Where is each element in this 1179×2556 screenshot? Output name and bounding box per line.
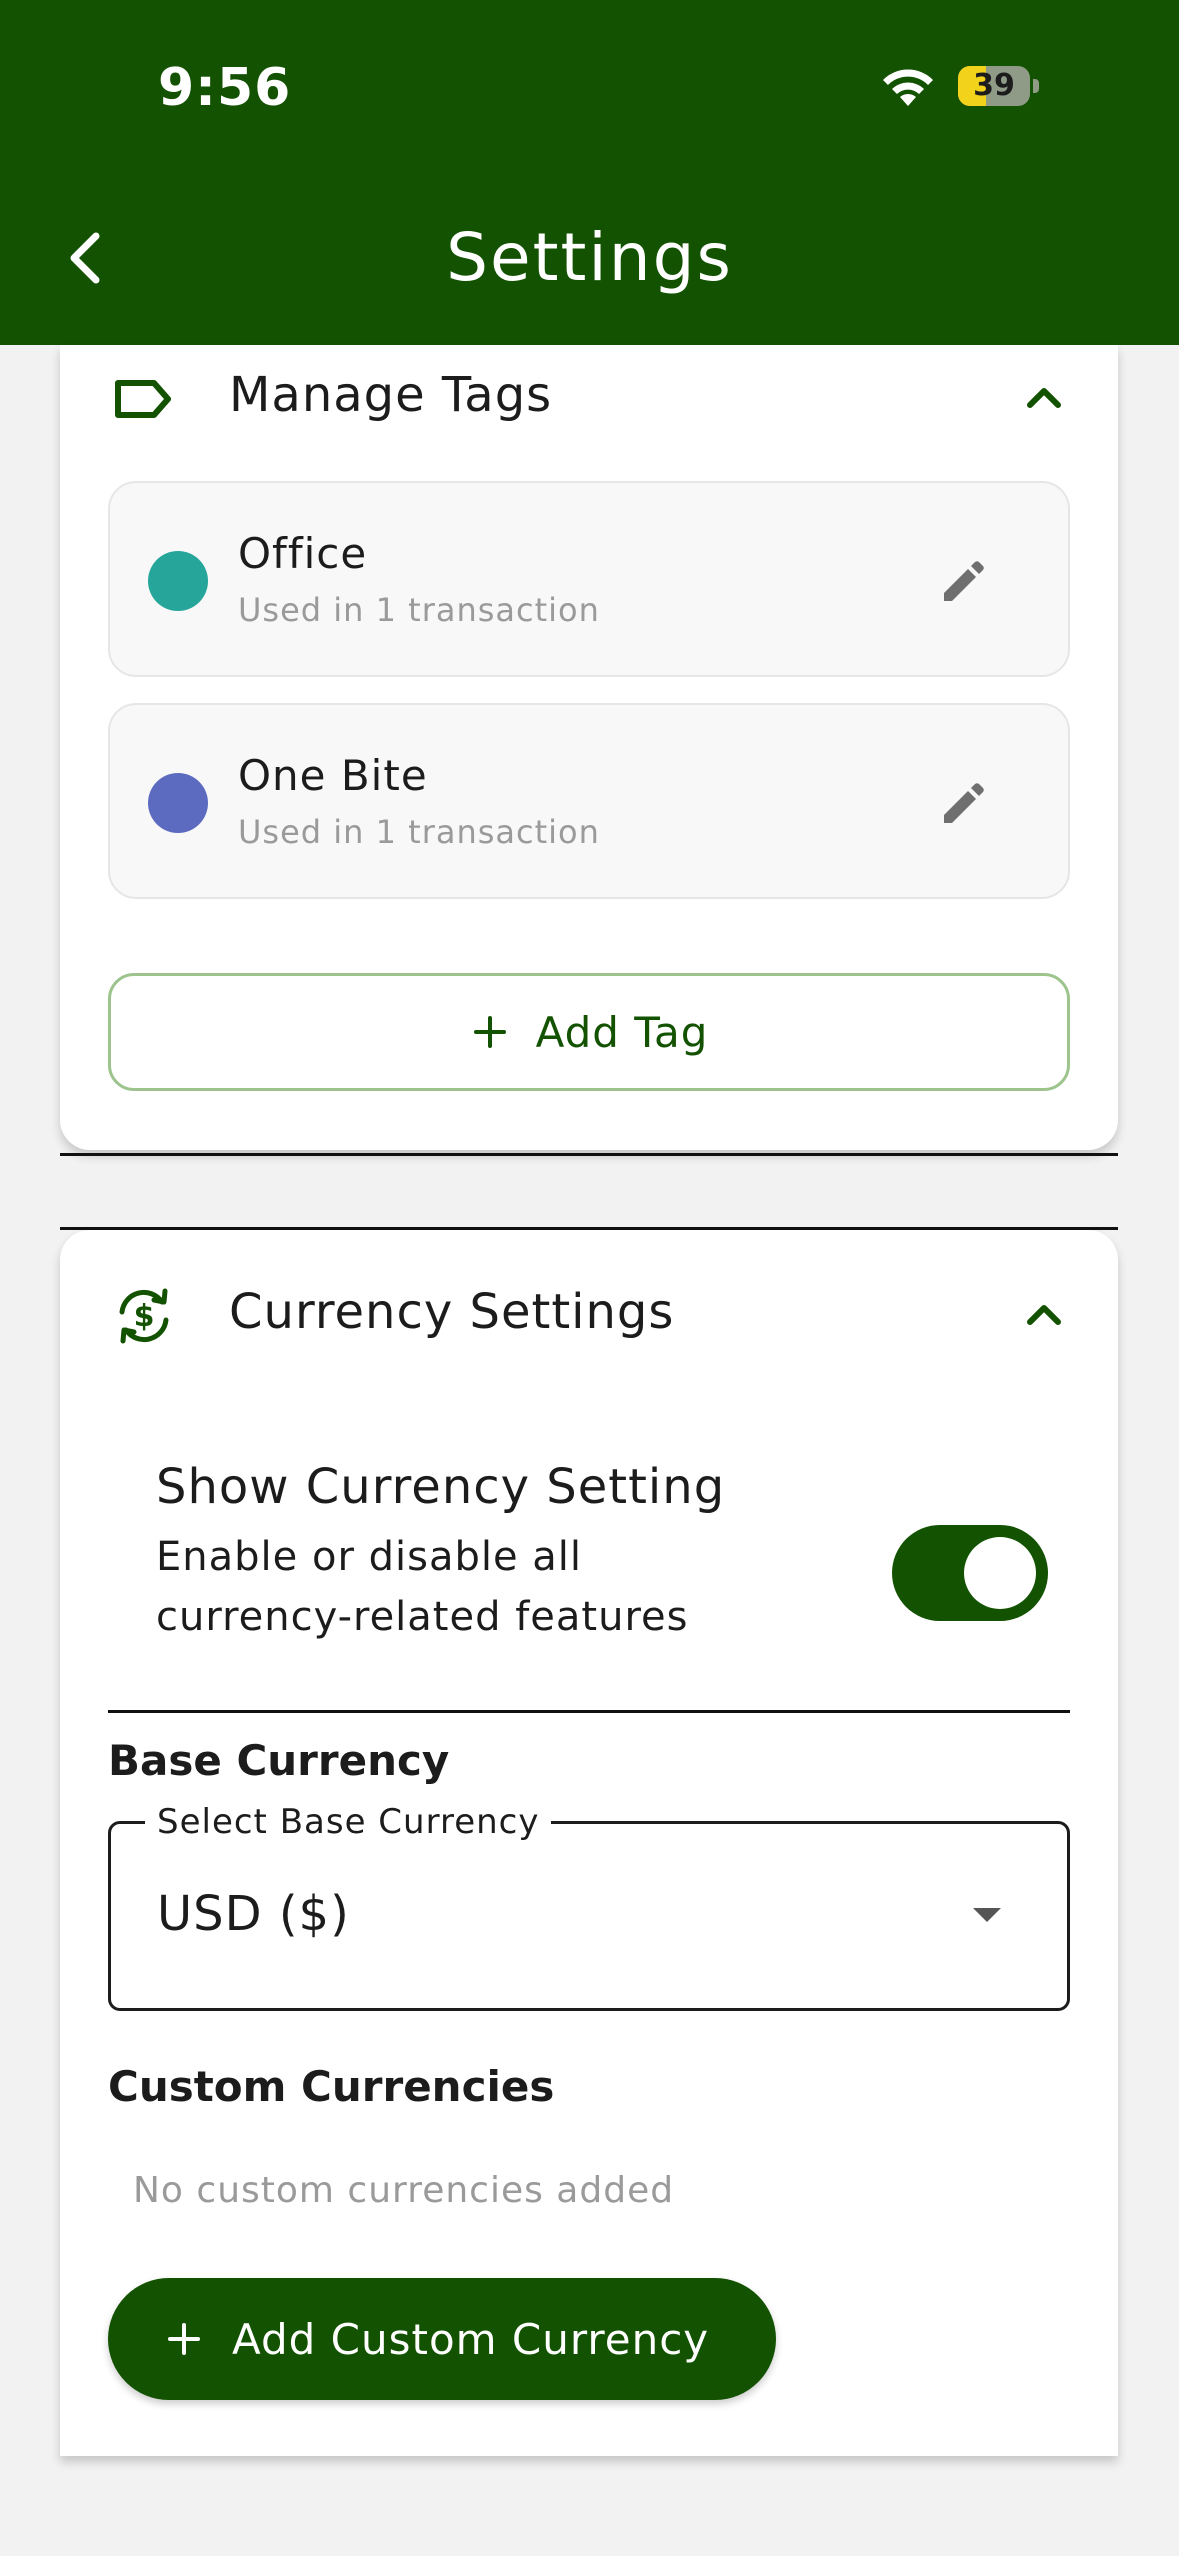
chevron-up-icon[interactable] [1020,373,1068,421]
tag-usage: Used in 1 transaction [238,591,600,629]
battery-icon: 39 [958,66,1030,106]
tag-name: One Bite [238,751,428,800]
custom-currencies-label: Custom Currencies [108,2062,555,2111]
status-icons: 39 [880,62,1050,112]
caret-down-icon [973,1908,1001,1922]
pencil-icon[interactable] [930,771,994,835]
tag-name: Office [238,529,368,578]
tag-color-dot [148,773,208,833]
row-divider [108,1710,1070,1713]
setting-description: Enable or disable all currency-related f… [156,1534,689,1640]
show-currency-toggle[interactable] [892,1525,1048,1621]
manage-tags-card: Manage Tags Office Used in 1 transaction… [60,345,1118,1150]
base-currency-select[interactable]: Select Base Currency USD ($) [108,1802,1070,2011]
tag-color-dot [148,551,208,611]
toggle-knob [964,1537,1036,1609]
select-value: USD ($) [157,1886,350,1942]
tag-item-one-bite[interactable]: One Bite Used in 1 transaction [108,703,1070,899]
currency-settings-card: $ Currency Settings Show Currency Settin… [60,1230,1118,2456]
currency-settings-header[interactable]: $ Currency Settings [60,1262,1118,1362]
add-tag-label: Add Tag [535,1007,709,1057]
app-header: 9:56 39 Settings [0,0,1179,345]
pencil-icon[interactable] [930,549,994,613]
currency-exchange-icon: $ [119,1288,169,1344]
add-custom-currency-button[interactable]: Add Custom Currency [108,2278,776,2400]
tag-usage: Used in 1 transaction [238,813,600,851]
battery-level: 39 [973,68,1015,103]
section-divider [60,1153,1118,1156]
empty-state-text: No custom currencies added [133,2170,675,2211]
battery-cap [1033,79,1039,93]
plus-icon [473,1016,506,1048]
plus-icon [168,2323,200,2355]
wifi-icon [883,69,933,106]
select-field-label: Select Base Currency [145,1802,552,1842]
add-custom-currency-label: Add Custom Currency [232,2314,710,2364]
add-tag-button[interactable]: Add Tag [108,973,1070,1091]
status-time: 9:56 [158,58,292,118]
setting-title: Show Currency Setting [156,1459,726,1515]
page-title: Settings [446,219,733,296]
manage-tags-title: Manage Tags [229,367,553,423]
manage-tags-header[interactable]: Manage Tags [60,345,1118,445]
tag-outline-icon [115,380,171,418]
svg-text:$: $ [134,1299,155,1334]
show-currency-setting-row: Show Currency Setting Enable or disable … [108,1435,1070,1700]
currency-settings-title: Currency Settings [229,1284,675,1340]
tag-item-office[interactable]: Office Used in 1 transaction [108,481,1070,677]
base-currency-label: Base Currency [108,1736,450,1785]
chevron-up-icon[interactable] [1020,1290,1068,1338]
